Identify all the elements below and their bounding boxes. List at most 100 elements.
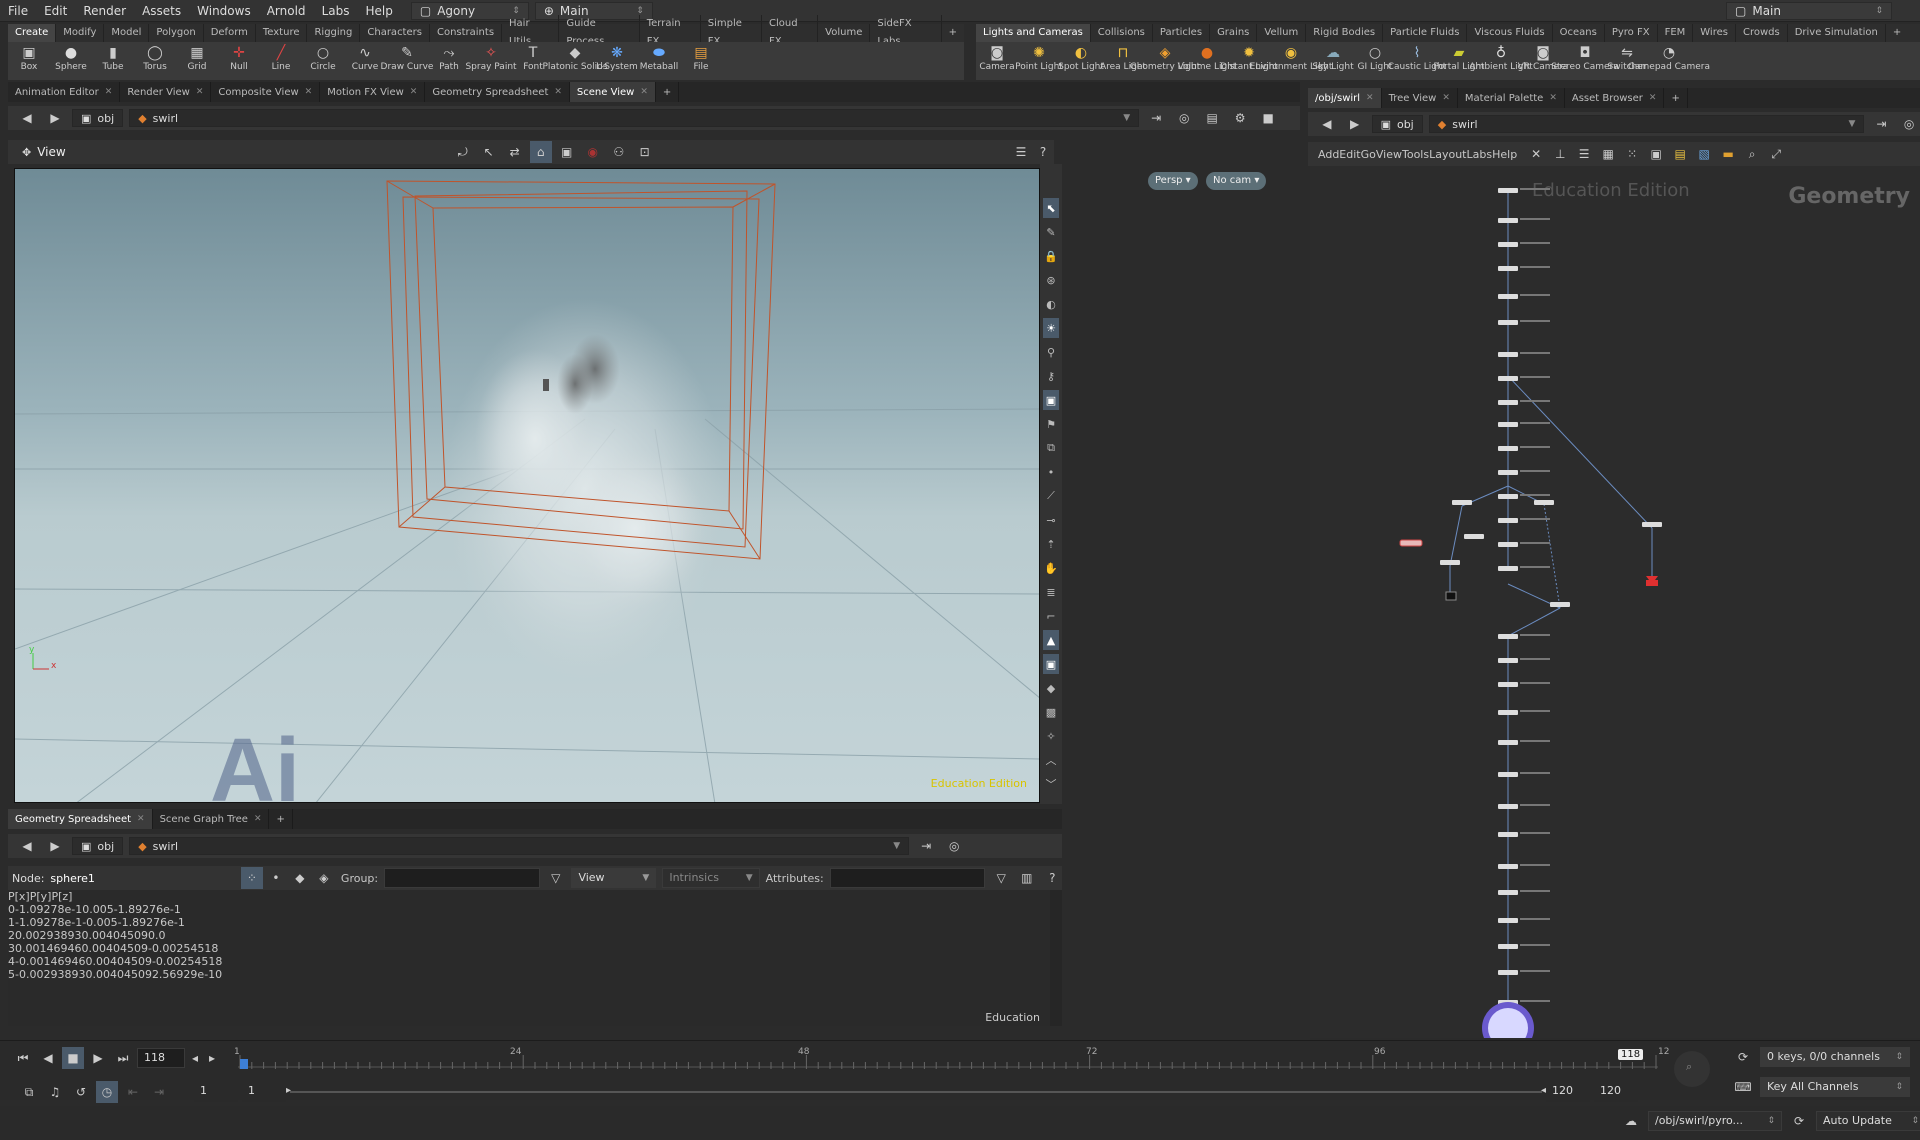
add-tab-icon[interactable]: + xyxy=(1664,88,1688,108)
wrench-icon[interactable]: ✕ xyxy=(1525,143,1547,165)
tool-grid[interactable]: ▦ Grid xyxy=(176,42,218,72)
dolly-icon[interactable]: ⇄ xyxy=(504,141,526,163)
texture-icon[interactable]: ▩ xyxy=(1043,702,1059,722)
tool-box[interactable]: ▣ Box xyxy=(8,42,50,72)
frame-marker[interactable]: 118 xyxy=(1618,1049,1644,1060)
tool-gamepad-camera[interactable]: ◔ Gamepad Camera xyxy=(1628,42,1710,72)
tool-spray-paint[interactable]: ✧ Spray Paint xyxy=(465,42,516,72)
update-mode-dropdown[interactable]: Auto Update ⇕ xyxy=(1816,1111,1920,1131)
shading-icon[interactable]: ◐ xyxy=(1043,294,1059,314)
ghost-icon[interactable]: ▣ xyxy=(1043,390,1059,410)
list-icon[interactable]: ☰ xyxy=(1573,143,1595,165)
tool-tube[interactable]: ▮ Tube xyxy=(92,42,134,72)
network-menu-go[interactable]: Go xyxy=(1361,148,1376,161)
scroll-up-icon[interactable]: ︿ xyxy=(1043,750,1059,770)
pane-tab-motion-fx-view[interactable]: Motion FX View ✕ xyxy=(320,82,426,102)
tool-null[interactable]: ✛ Null xyxy=(218,42,260,72)
shelf-tab-pyro-fx[interactable]: Pyro FX xyxy=(1605,24,1658,42)
back-arrow-icon[interactable]: ◀ xyxy=(1316,113,1338,135)
stop-icon[interactable]: ■ xyxy=(62,1047,84,1069)
close-icon[interactable]: ✕ xyxy=(410,87,418,97)
column-header[interactable]: P[x] xyxy=(8,890,30,903)
filter-icon[interactable]: ▽ xyxy=(991,867,1011,889)
shelf-tab-modify[interactable]: Modify xyxy=(56,24,105,42)
intrinsics-dropdown[interactable]: Intrinsics ▼ xyxy=(662,868,760,888)
step-back-icon[interactable]: ◂ xyxy=(188,1047,202,1069)
pane-tab--obj-swirl[interactable]: /obj/swirl ✕ xyxy=(1308,88,1382,108)
network-menu-help[interactable]: Help xyxy=(1492,148,1517,161)
prev-key-icon[interactable]: ⇤ xyxy=(122,1081,144,1103)
render-region-icon[interactable]: ⊡ xyxy=(634,141,656,163)
ortho-icon[interactable]: ▣ xyxy=(556,141,578,163)
shelf-tab-drive-simulation[interactable]: Drive Simulation xyxy=(1788,24,1886,42)
close-icon[interactable]: ✕ xyxy=(640,87,648,97)
close-icon[interactable]: ✕ xyxy=(105,87,113,97)
shelf-tab-particles[interactable]: Particles xyxy=(1153,24,1211,42)
network-menu-add[interactable]: Add xyxy=(1318,148,1339,161)
close-icon[interactable]: ✕ xyxy=(1649,93,1657,103)
image-icon[interactable]: ▣ xyxy=(1645,143,1667,165)
tool-metaball[interactable]: ⬬ Metaball xyxy=(638,42,680,72)
forward-arrow-icon[interactable]: ▶ xyxy=(44,107,66,129)
cache-icon[interactable]: ☁ xyxy=(1620,1110,1642,1132)
tool-sky-light[interactable]: ☁ Sky Light xyxy=(1312,42,1354,72)
pane-tab-animation-editor[interactable]: Animation Editor ✕ xyxy=(8,82,121,102)
shelf-tab-constraints[interactable]: Constraints xyxy=(430,24,503,42)
jump-start-icon[interactable]: ⏮ xyxy=(12,1047,34,1069)
tool-file[interactable]: ▤ File xyxy=(680,42,722,72)
tumble-icon[interactable]: ⤾ xyxy=(452,141,474,163)
network-menu-layout[interactable]: Layout xyxy=(1429,148,1466,161)
add-tab-icon[interactable]: + xyxy=(1886,24,1908,42)
pane-tab-geometry-spreadsheet[interactable]: Geometry Spreadsheet ✕ xyxy=(8,809,153,829)
back-arrow-icon[interactable]: ◀ xyxy=(16,107,38,129)
end-frame-field[interactable]: 120 xyxy=(1546,1082,1590,1102)
search-icon[interactable]: ⌕ xyxy=(1741,143,1763,165)
loop-icon[interactable]: ↺ xyxy=(70,1081,92,1103)
network-menu-tools[interactable]: Tools xyxy=(1402,148,1429,161)
tool-path[interactable]: ⤳ Path xyxy=(428,42,470,72)
pin-icon[interactable]: ⇥ xyxy=(1870,113,1892,135)
realtime-icon[interactable]: ⧉ xyxy=(18,1081,40,1103)
stack-icon[interactable]: ≣ xyxy=(1043,582,1059,602)
group-field[interactable] xyxy=(384,868,540,888)
grid-dots-icon[interactable]: ⁙ xyxy=(1621,143,1643,165)
play-reverse-icon[interactable]: ◀ xyxy=(37,1047,59,1069)
tool-l-system[interactable]: ❋ L-System xyxy=(596,42,638,72)
network-box-icon[interactable]: ▬ xyxy=(1717,143,1739,165)
audio-icon[interactable]: ♫ xyxy=(44,1081,66,1103)
paint-icon[interactable]: ▲ xyxy=(1043,630,1059,650)
range-start-handle[interactable]: ▸ xyxy=(286,1085,291,1096)
timeline-ruler[interactable]: 1 24 48 72 96 12 118 xyxy=(234,1047,1669,1073)
clock-icon[interactable]: ◷ xyxy=(96,1081,118,1103)
shelf-tab-rigging[interactable]: Rigging xyxy=(307,24,361,42)
layout-icon[interactable]: ▤ xyxy=(1201,107,1223,129)
background-image-icon[interactable]: ▧ xyxy=(1693,143,1715,165)
pane-tab-asset-browser[interactable]: Asset Browser ✕ xyxy=(1565,88,1665,108)
display-options-icon[interactable]: ⚙ xyxy=(1229,107,1251,129)
menu-item-arnold[interactable]: Arnold xyxy=(259,0,314,22)
geometry-icon[interactable]: ◆ xyxy=(1043,678,1059,698)
status-path-dropdown[interactable]: /obj/swirl/pyro... ⇕ xyxy=(1648,1111,1782,1131)
close-icon[interactable]: ✕ xyxy=(254,814,262,824)
shelf-tab-oceans[interactable]: Oceans xyxy=(1553,24,1605,42)
point-icon[interactable]: • xyxy=(1043,462,1059,482)
detail-icon[interactable]: ◈ xyxy=(313,867,335,889)
pane-tab-composite-view[interactable]: Composite View ✕ xyxy=(211,82,321,102)
column-header[interactable]: P[y] xyxy=(30,890,52,903)
tree-icon[interactable]: ⊥ xyxy=(1549,143,1571,165)
pane-tab-render-view[interactable]: Render View ✕ xyxy=(120,82,212,102)
jump-end-icon[interactable]: ⏭ xyxy=(112,1047,134,1069)
menu-item-file[interactable]: File xyxy=(0,0,36,22)
column-header[interactable]: P[z] xyxy=(51,890,72,903)
right-desktop-dropdown[interactable]: ▢ Main ⇕ xyxy=(1726,2,1892,20)
path-node[interactable]: ◆ swirl ▼ xyxy=(1428,115,1865,133)
points-icon[interactable]: ⁘ xyxy=(240,867,263,889)
pane-tab-material-palette[interactable]: Material Palette ✕ xyxy=(1458,88,1565,108)
tool-platonic-solids[interactable]: ◆ Platonic Solids xyxy=(542,42,607,72)
filter-icon[interactable]: ▽ xyxy=(546,867,566,889)
sticky-note-icon[interactable]: ▤ xyxy=(1669,143,1691,165)
select-icon[interactable]: ⬉ xyxy=(1043,198,1059,218)
shelf-tab-fem[interactable]: FEM xyxy=(1658,24,1694,42)
network-menu-view[interactable]: View xyxy=(1376,148,1402,161)
shelf-tab-model[interactable]: Model xyxy=(104,24,150,42)
